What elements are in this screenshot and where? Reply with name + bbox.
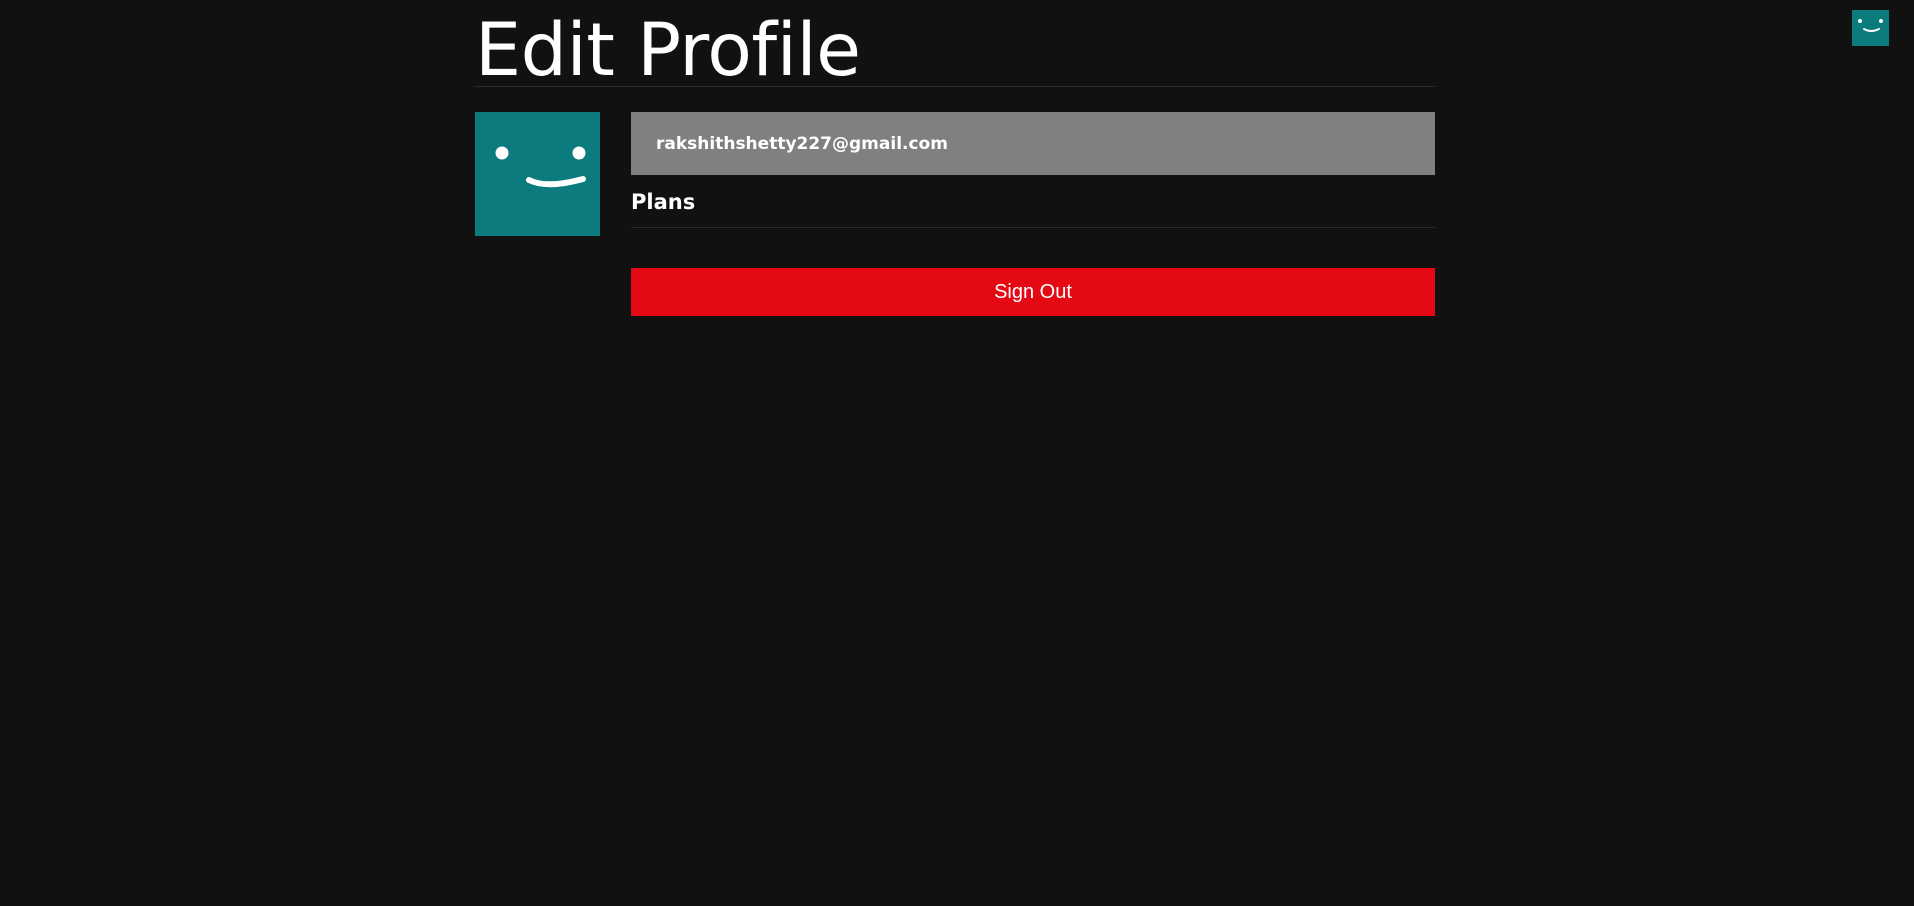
- nav-avatar[interactable]: [1852, 10, 1889, 46]
- sign-out-button[interactable]: Sign Out: [631, 268, 1435, 316]
- page-title: Edit Profile: [475, 0, 1435, 93]
- profile-avatar: [475, 112, 600, 236]
- profile-screen: Edit Profile rakshithshetty227@gmail.com…: [0, 0, 1914, 906]
- email-field: rakshithshetty227@gmail.com: [631, 112, 1435, 175]
- plans-heading: Plans: [631, 190, 696, 214]
- smiley-face-icon: [495, 146, 586, 188]
- profile-container: Edit Profile rakshithshetty227@gmail.com…: [475, 0, 1435, 316]
- smiley-face-icon: [1858, 19, 1883, 32]
- profile-body: rakshithshetty227@gmail.com Plans Sign O…: [475, 112, 1435, 316]
- plans-section: Plans: [631, 189, 1435, 228]
- profile-details: rakshithshetty227@gmail.com Plans Sign O…: [631, 112, 1435, 316]
